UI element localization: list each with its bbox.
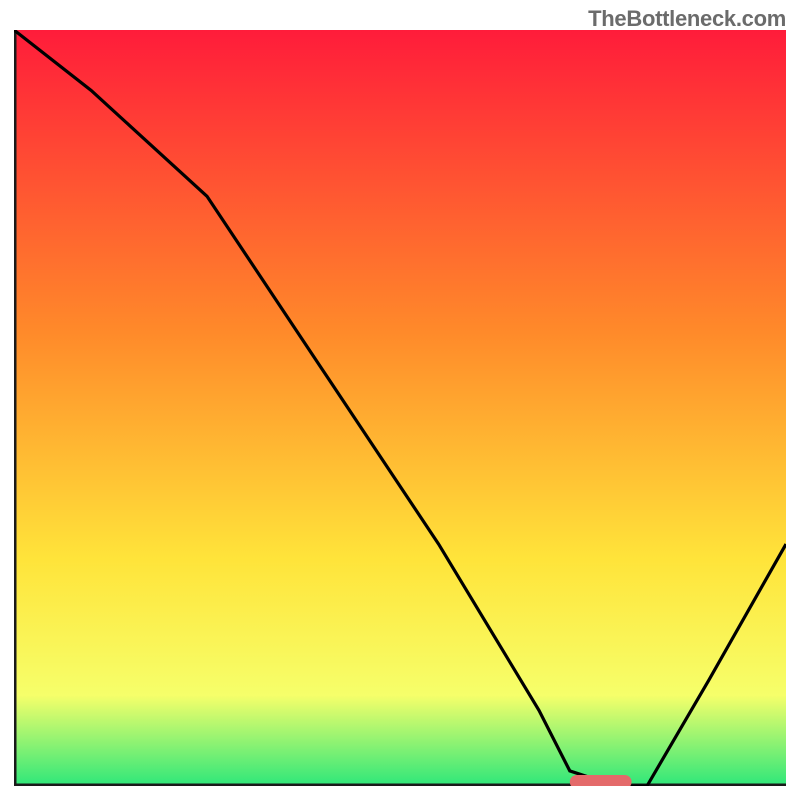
gradient-background: [14, 30, 786, 786]
bottleneck-chart: [14, 30, 786, 786]
watermark-text: TheBottleneck.com: [588, 6, 786, 32]
optimal-marker: [570, 775, 632, 786]
